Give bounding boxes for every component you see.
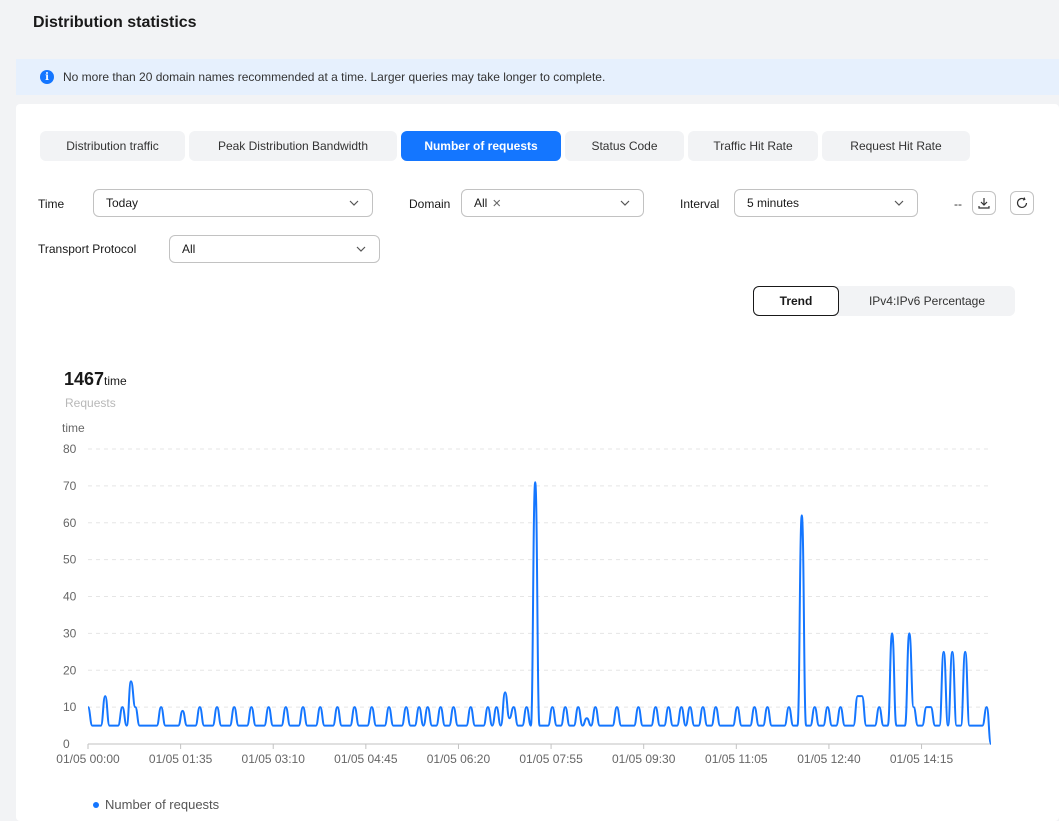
x-tick-label: 01/05 07:55 xyxy=(519,752,583,766)
time-select[interactable]: Today xyxy=(93,189,373,217)
legend-label: Number of requests xyxy=(105,797,220,812)
tab-number-of-requests[interactable]: Number of requests xyxy=(401,131,561,161)
x-tick-label: 01/05 11:05 xyxy=(705,752,768,766)
domain-tag: All xyxy=(474,196,488,210)
protocol-select[interactable]: All xyxy=(169,235,380,263)
download-button[interactable] xyxy=(972,191,996,215)
total-requests-label: Requests xyxy=(65,396,116,410)
info-icon: i xyxy=(40,70,54,84)
chevron-down-icon xyxy=(620,200,630,206)
y-tick-label: 70 xyxy=(63,479,77,493)
protocol-select-value: All xyxy=(182,242,196,256)
x-tick-label: 01/05 12:40 xyxy=(797,752,861,766)
total-requests-value: 1467 xyxy=(64,369,105,389)
x-tick-label: 01/05 06:20 xyxy=(427,752,491,766)
domain-label: Domain xyxy=(409,197,451,211)
refresh-icon xyxy=(1016,197,1028,209)
view-toggle: Trend IPv4:IPv6 Percentage xyxy=(753,286,1015,316)
statistics-card: Distribution traffic Peak Distribution B… xyxy=(16,104,1059,821)
x-tick-label: 01/05 01:35 xyxy=(149,752,213,766)
metric-tabs: Distribution traffic Peak Distribution B… xyxy=(40,131,970,161)
tab-request-hit-rate[interactable]: Request Hit Rate xyxy=(822,131,970,161)
protocol-label: Transport Protocol xyxy=(38,242,137,256)
ipv-percentage-toggle[interactable]: IPv4:IPv6 Percentage xyxy=(839,286,1015,316)
tab-traffic-hit-rate[interactable]: Traffic Hit Rate xyxy=(688,131,818,161)
y-tick-label: 40 xyxy=(63,590,77,604)
x-tick-label: 01/05 09:30 xyxy=(612,752,676,766)
interval-label: Interval xyxy=(680,197,720,211)
x-tick-label: 01/05 04:45 xyxy=(334,752,398,766)
separator-dash: -- xyxy=(954,197,962,211)
notice-text: No more than 20 domain names recommended… xyxy=(63,70,606,84)
x-tick-label: 01/05 14:15 xyxy=(890,752,954,766)
y-axis-label: time xyxy=(62,421,85,435)
requests-line-chart: time 0 10 20 30 40 50 60 70 80 01/05 00:00 01/05 01… xyxy=(56,421,992,766)
chevron-down-icon xyxy=(894,200,904,206)
y-tick-label: 0 xyxy=(63,737,70,751)
time-select-value: Today xyxy=(106,196,139,210)
interval-select[interactable]: 5 minutes xyxy=(734,189,918,217)
y-tick-label: 10 xyxy=(63,700,77,714)
total-requests-unit: time xyxy=(104,374,127,388)
chevron-down-icon xyxy=(349,200,359,206)
download-icon xyxy=(978,198,990,209)
y-tick-label: 60 xyxy=(63,516,77,530)
y-tick-label: 50 xyxy=(63,553,77,567)
y-tick-label: 20 xyxy=(63,663,77,677)
trend-toggle[interactable]: Trend xyxy=(753,286,839,316)
tab-status-code[interactable]: Status Code xyxy=(565,131,684,161)
tab-distribution-traffic[interactable]: Distribution traffic xyxy=(40,131,185,161)
page-title: Distribution statistics xyxy=(33,14,197,31)
notice-banner: i No more than 20 domain names recommend… xyxy=(16,59,1059,95)
legend-marker xyxy=(93,801,99,808)
chevron-down-icon xyxy=(356,246,366,252)
y-tick-label: 30 xyxy=(63,626,77,640)
requests-series-line xyxy=(87,481,992,745)
tab-peak-bandwidth[interactable]: Peak Distribution Bandwidth xyxy=(189,131,397,161)
time-label: Time xyxy=(38,197,65,211)
total-requests: 1467time xyxy=(64,369,127,390)
x-tick-label: 01/05 03:10 xyxy=(242,752,306,766)
chart-legend[interactable]: Number of requests xyxy=(93,797,219,812)
close-icon[interactable]: × xyxy=(492,195,501,212)
refresh-button[interactable] xyxy=(1010,191,1034,215)
domain-select[interactable]: All × xyxy=(461,189,644,217)
interval-select-value: 5 minutes xyxy=(747,196,800,210)
y-tick-label: 80 xyxy=(63,442,77,456)
x-tick-label: 01/05 00:00 xyxy=(56,752,120,766)
